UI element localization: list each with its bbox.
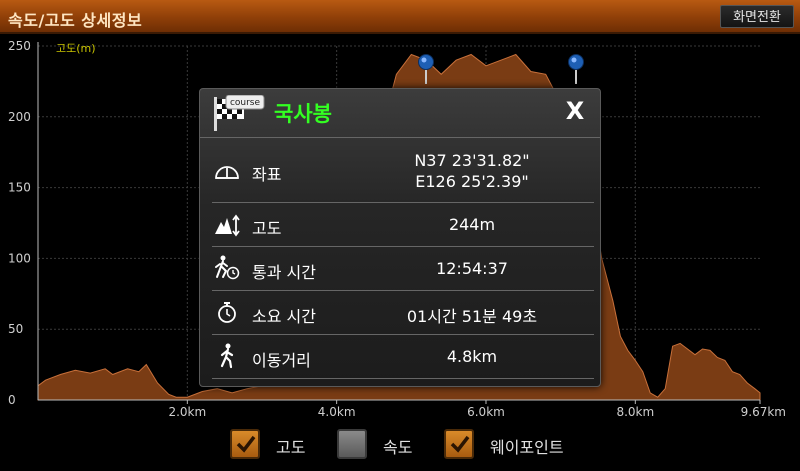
waypoint-checkbox[interactable] xyxy=(444,429,474,459)
y-tick-label: 200 xyxy=(8,110,31,124)
walk-clock-icon xyxy=(215,255,240,280)
coordinate-row: 좌표 N37 23'31.82" E126 25'2.39" xyxy=(212,141,594,203)
altitude-checkbox[interactable] xyxy=(230,429,260,459)
checkmark-icon xyxy=(236,435,256,453)
x-tick-label: 2.0km xyxy=(168,405,206,419)
altitude-legend-label: 고도 xyxy=(276,438,306,457)
stopwatch-icon xyxy=(218,302,236,323)
duration-row: 소요 시간 01시간 51분 49초 xyxy=(212,291,594,335)
y-tick-label: 0 xyxy=(8,393,16,407)
page-title: 속도/고도 상세정보 xyxy=(8,11,143,30)
checkmark-icon xyxy=(450,435,470,453)
distance-label: 이동거리 xyxy=(252,351,311,370)
speed-legend-label: 속도 xyxy=(383,438,413,457)
info-rows: 좌표 N37 23'31.82" E126 25'2.39" 고도 244m 통… xyxy=(212,141,594,379)
flag-badge-text: course xyxy=(230,98,261,108)
altitude-label: 고도 xyxy=(252,219,282,238)
duration-value: 01시간 51분 49초 xyxy=(406,307,538,326)
x-tick-label: 8.0km xyxy=(616,405,654,419)
speed-checkbox[interactable] xyxy=(337,429,367,459)
duration-label: 소요 시간 xyxy=(252,307,316,326)
pass-time-row: 통과 시간 12:54:37 xyxy=(212,247,594,291)
x-tick-label: 6.0km xyxy=(467,405,505,419)
waypoint-legend-label: 웨이포인트 xyxy=(490,438,564,457)
y-axis-label: 고도(m) xyxy=(56,42,96,55)
altitude-row: 고도 244m xyxy=(212,203,594,247)
distance-value: 4.8km xyxy=(446,347,498,366)
altitude-value: 244m xyxy=(448,215,496,234)
chart-legend: 고도 속도 웨이포인트 xyxy=(230,429,570,465)
switch-screen-button[interactable]: 화면전환 xyxy=(720,5,794,28)
course-flag-icon: course xyxy=(214,95,265,131)
compass-icon xyxy=(215,166,239,179)
y-tick-label: 150 xyxy=(8,181,31,195)
waypoint-pin-icon[interactable] xyxy=(567,54,585,84)
distance-row: 이동거리 4.8km xyxy=(212,335,594,379)
y-tick-label: 250 xyxy=(8,39,31,53)
y-tick-label: 100 xyxy=(8,251,31,265)
waypoint-pin-icon[interactable] xyxy=(417,54,435,84)
pass-time-label: 통과 시간 xyxy=(252,263,316,282)
walker-icon xyxy=(220,343,234,369)
coordinate-lat: N37 23'31.82" xyxy=(414,151,530,170)
coordinate-lon: E126 25'2.39" xyxy=(415,172,529,191)
coordinate-label: 좌표 xyxy=(252,165,282,184)
altitude-icon xyxy=(215,214,240,237)
pass-time-value: 12:54:37 xyxy=(436,259,508,278)
y-tick-label: 50 xyxy=(8,322,23,336)
close-button[interactable]: X xyxy=(562,97,588,125)
title-bar: 속도/고도 상세정보 화면전환 xyxy=(0,0,800,34)
waypoint-info-popup: course 국사봉 X 좌표 N37 23'31.82" E126 25'2.… xyxy=(199,88,601,387)
x-tick-label: 4.0km xyxy=(318,405,356,419)
popup-title: 국사봉 xyxy=(274,102,332,126)
x-tick-label: 9.67km xyxy=(741,405,786,419)
popup-header: course 국사봉 X xyxy=(200,89,600,138)
